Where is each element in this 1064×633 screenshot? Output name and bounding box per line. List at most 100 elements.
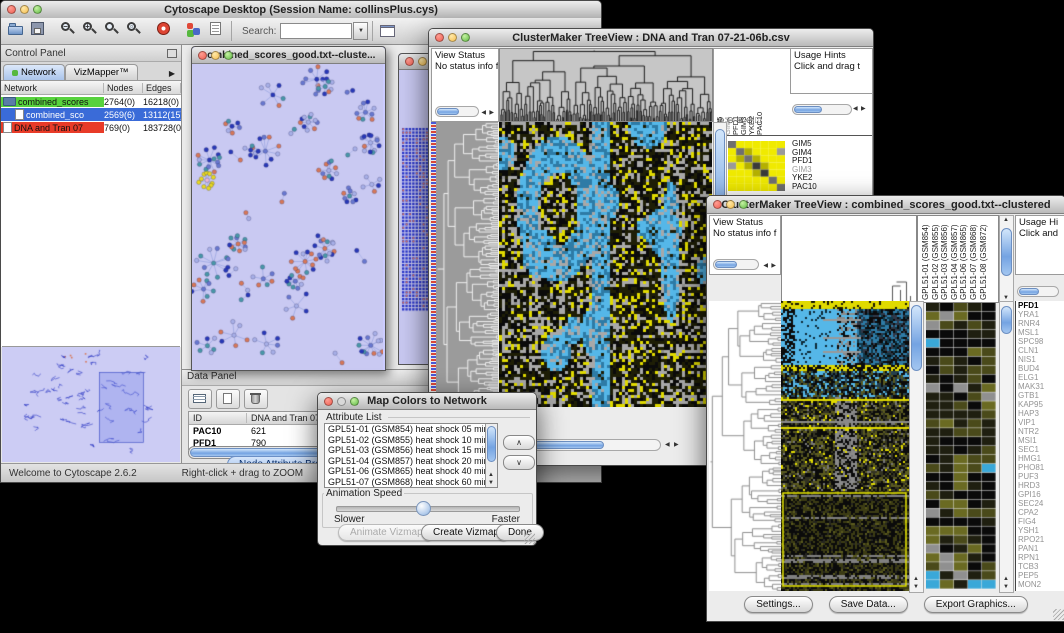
tv2-column-dendrogram[interactable] bbox=[781, 215, 917, 303]
gene-label[interactable]: FIG4 bbox=[1018, 517, 1064, 526]
tv2-button-settings-[interactable]: Settings... bbox=[744, 596, 812, 613]
close-button[interactable] bbox=[435, 33, 444, 42]
tv2-heatmap[interactable] bbox=[781, 301, 909, 591]
zoom-button[interactable] bbox=[33, 5, 42, 14]
close-button[interactable] bbox=[713, 200, 722, 209]
zoom-selected-icon[interactable]: ▫ bbox=[124, 19, 144, 39]
zoom-out-icon[interactable]: − bbox=[58, 19, 78, 39]
done-button[interactable]: Done bbox=[496, 524, 544, 541]
minimize-button[interactable] bbox=[337, 397, 346, 406]
close-button[interactable] bbox=[405, 57, 414, 66]
animation-speed-slider-thumb[interactable] bbox=[416, 501, 431, 516]
zoom-button[interactable] bbox=[461, 33, 470, 42]
network-name-cell[interactable]: combined_scores bbox=[1, 97, 104, 107]
main-titlebar[interactable]: Cytoscape Desktop (Session Name: collins… bbox=[1, 1, 601, 19]
column-header[interactable]: Nodes bbox=[104, 83, 143, 93]
gene-label[interactable]: PHO81 bbox=[1018, 463, 1064, 472]
gene-label[interactable]: SEC1 bbox=[1018, 445, 1064, 454]
tv1-summary-scrollbar[interactable] bbox=[792, 104, 852, 115]
search-combo-arrow-icon[interactable]: ▼ bbox=[353, 22, 368, 40]
tab-vizmapper[interactable]: VizMapper™ bbox=[65, 64, 138, 80]
scroll-down-icon[interactable]: ▼ bbox=[1003, 584, 1009, 590]
attribute-list-item[interactable]: GPL51-02 (GSM855) heat shock 10 min bbox=[325, 435, 497, 446]
tv2-collabel-scrollbar[interactable]: ▲ ▼ bbox=[999, 215, 1014, 303]
search-input[interactable] bbox=[280, 23, 352, 39]
scroll-left-icon[interactable]: ◀ bbox=[665, 442, 670, 448]
attribute-list-item[interactable]: GPL51-07 (GSM868) heat shock 60 min bbox=[325, 477, 497, 488]
gene-label[interactable]: CPA2 bbox=[1018, 508, 1064, 517]
scroll-up-icon[interactable]: ▲ bbox=[1003, 217, 1009, 223]
tv2-usage-scrollbar[interactable] bbox=[1017, 286, 1059, 297]
tv2-zoom-vscroll[interactable]: ▲ ▼ bbox=[999, 301, 1014, 593]
zoom-button[interactable] bbox=[350, 397, 359, 406]
network-overview-pane[interactable] bbox=[2, 346, 180, 463]
attribute-list[interactable]: GPL51-01 (GSM854) heat shock 05 minGPL51… bbox=[324, 423, 498, 488]
gene-label[interactable]: NTR2 bbox=[1018, 427, 1064, 436]
tv1-heatmap[interactable] bbox=[499, 122, 712, 407]
attribute-list-item[interactable]: GPL51-06 (GSM865) heat shock 40 min bbox=[325, 466, 497, 477]
help-icon[interactable] bbox=[154, 19, 174, 39]
move-down-button[interactable]: ∨ bbox=[503, 455, 535, 470]
network-name-cell[interactable]: DNA and Tran 07 bbox=[1, 122, 104, 133]
tv1-mini-heatmap[interactable] bbox=[728, 141, 785, 191]
column-header[interactable]: ID bbox=[189, 413, 247, 423]
attribute-list-item[interactable]: GPL51-01 (GSM854) heat shock 05 min bbox=[325, 424, 497, 435]
tv1-row-dendrogram[interactable] bbox=[436, 122, 498, 407]
resize-grip[interactable] bbox=[1053, 609, 1064, 620]
gene-label[interactable]: SEC24 bbox=[1018, 499, 1064, 508]
gene-label[interactable]: ELG1 bbox=[1018, 373, 1064, 382]
tv2-row-dendrogram[interactable] bbox=[709, 301, 781, 591]
scroll-left-icon[interactable]: ◀ bbox=[763, 263, 768, 269]
gene-label[interactable]: GTB1 bbox=[1018, 391, 1064, 400]
float-panel-icon[interactable] bbox=[167, 49, 177, 58]
gene-label[interactable]: PAN1 bbox=[1018, 544, 1064, 553]
open-icon[interactable] bbox=[6, 19, 26, 39]
scroll-up-icon[interactable]: ▲ bbox=[913, 576, 919, 582]
gene-label[interactable]: KAP95 bbox=[1018, 400, 1064, 409]
gene-label[interactable]: MAK31 bbox=[1018, 382, 1064, 391]
scroll-up-icon[interactable]: ▲ bbox=[1003, 576, 1009, 582]
network-tree-empty-area[interactable] bbox=[1, 135, 181, 347]
tv2-heatmap-vscroll[interactable]: ▲ ▼ bbox=[909, 301, 924, 593]
attribute-list-item[interactable]: GPL51-04 (GSM857) heat shock 20 min bbox=[325, 456, 497, 467]
new-attribute-icon[interactable] bbox=[216, 389, 240, 409]
gene-label[interactable]: BUD4 bbox=[1018, 364, 1064, 373]
scroll-down-icon[interactable]: ▼ bbox=[488, 480, 494, 486]
tv2-status-scrollbar[interactable] bbox=[713, 259, 759, 270]
scroll-right-icon[interactable]: ▶ bbox=[489, 110, 494, 116]
gene-label[interactable]: NIS1 bbox=[1018, 355, 1064, 364]
close-button[interactable] bbox=[324, 397, 333, 406]
minimize-button[interactable] bbox=[20, 5, 29, 14]
network-name-cell[interactable]: combined_sco bbox=[1, 109, 104, 120]
scroll-down-icon[interactable]: ▼ bbox=[913, 584, 919, 590]
tv1-status-scrollbar[interactable] bbox=[435, 106, 479, 117]
scroll-right-icon[interactable]: ▶ bbox=[771, 263, 776, 269]
gene-label[interactable]: MSL1 bbox=[1018, 328, 1064, 337]
minimize-button[interactable] bbox=[211, 51, 220, 60]
scroll-up-icon[interactable]: ▲ bbox=[488, 472, 494, 478]
annotations-icon[interactable] bbox=[206, 19, 226, 39]
scroll-left-icon[interactable]: ◀ bbox=[853, 106, 858, 112]
gene-label[interactable]: PEP5 bbox=[1018, 571, 1064, 580]
tv1-column-dendrogram[interactable] bbox=[499, 48, 713, 122]
tab-overflow-arrow-icon[interactable]: ▶ bbox=[165, 67, 179, 80]
tab-network[interactable]: Network bbox=[3, 64, 65, 80]
gene-label[interactable]: HRD3 bbox=[1018, 481, 1064, 490]
minimize-button[interactable] bbox=[418, 57, 427, 66]
minimize-button[interactable] bbox=[726, 200, 735, 209]
column-header[interactable]: Edges bbox=[143, 83, 181, 93]
attribute-list-scrollbar[interactable]: ▲ ▼ bbox=[485, 424, 497, 487]
gene-label[interactable]: TCB3 bbox=[1018, 562, 1064, 571]
gene-label[interactable]: MON2 bbox=[1018, 580, 1064, 589]
scroll-left-icon[interactable]: ◀ bbox=[481, 110, 486, 116]
scroll-right-icon[interactable]: ▶ bbox=[861, 106, 866, 112]
gene-label[interactable]: HMG1 bbox=[1018, 454, 1064, 463]
scroll-right-icon[interactable]: ▶ bbox=[674, 442, 679, 448]
gene-label[interactable]: RPO21 bbox=[1018, 535, 1064, 544]
gene-label[interactable]: VIP1 bbox=[1018, 418, 1064, 427]
gene-label[interactable]: RNR4 bbox=[1018, 319, 1064, 328]
gene-label[interactable]: YRA1 bbox=[1018, 310, 1064, 319]
tv2-button-save-data-[interactable]: Save Data... bbox=[829, 596, 908, 613]
gene-label[interactable]: YSH1 bbox=[1018, 526, 1064, 535]
attribute-grid-icon[interactable] bbox=[188, 389, 212, 409]
